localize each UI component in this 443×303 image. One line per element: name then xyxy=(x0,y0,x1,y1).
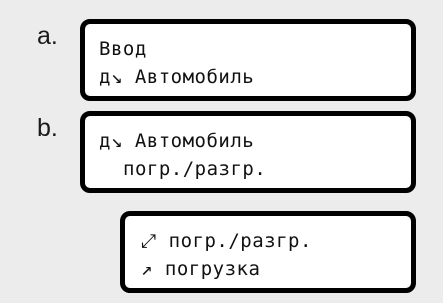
screen-b-line-1: д↘ Автомобиль xyxy=(99,130,255,152)
screen-a-line-1: Ввод xyxy=(99,38,147,60)
screen-c-line-1: ⤢ погр./разгр. xyxy=(141,230,312,252)
display-screen-c: ⤢ погр./разгр. ↗ погрузка xyxy=(120,211,416,293)
step-label-a: a. xyxy=(37,22,58,50)
screen-a-line-2: д↘ Автомобиль xyxy=(99,66,255,88)
screen-b-line-2: погр./разгр. xyxy=(123,158,267,180)
display-screen-a: Ввод д↘ Автомобиль xyxy=(80,19,416,101)
display-screen-b: д↘ Автомобиль погр./разгр. xyxy=(80,111,416,193)
step-label-b: b. xyxy=(37,114,58,142)
screen-c-line-2: ↗ погрузка xyxy=(141,258,261,280)
